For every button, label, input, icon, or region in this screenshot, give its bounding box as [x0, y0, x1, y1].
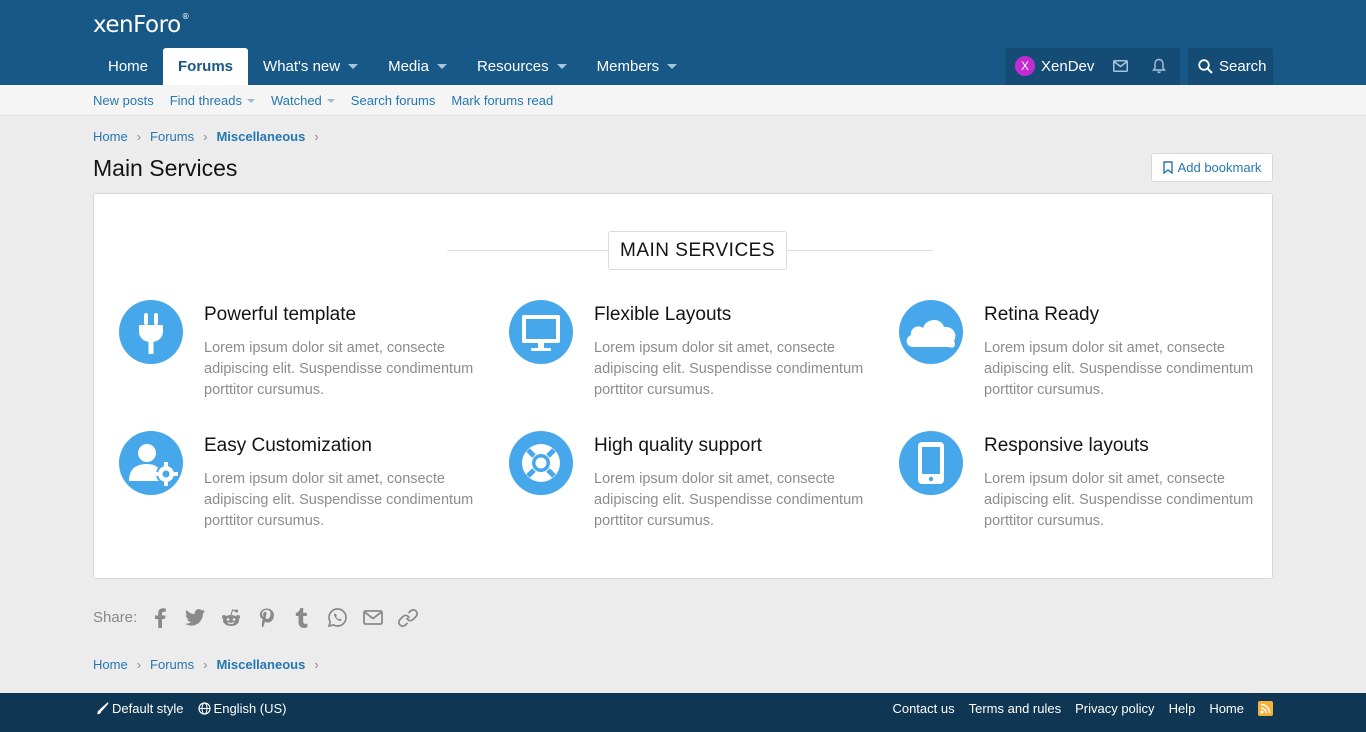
service-item: Responsive layouts Lorem ipsum dolor sit… [899, 431, 1279, 541]
globe-icon [197, 702, 211, 715]
facebook-icon[interactable] [147, 605, 172, 630]
footer-link-privacy[interactable]: Privacy policy [1075, 701, 1154, 716]
footer-link-contact[interactable]: Contact us [892, 701, 954, 716]
reddit-icon[interactable] [218, 605, 243, 630]
brush-icon [97, 702, 109, 715]
chevron-right-icon: › [136, 129, 142, 144]
bell-icon[interactable] [1152, 58, 1166, 77]
style-chooser[interactable]: Default style [96, 701, 184, 716]
breadcrumb-miscellaneous[interactable]: Miscellaneous [216, 657, 305, 672]
search-button[interactable]: Search [1188, 48, 1273, 85]
tumblr-icon[interactable] [289, 605, 314, 630]
language-chooser[interactable]: English (US) [197, 701, 287, 716]
service-text: Lorem ipsum dolor sit amet, consecte adi… [594, 471, 864, 529]
share-label: Share: [93, 609, 138, 626]
subnav-mark-forums-read[interactable]: Mark forums read [451, 93, 553, 108]
subnav-search-forums[interactable]: Search forums [351, 93, 436, 108]
service-title: Powerful template [204, 304, 357, 325]
breadcrumb-forums[interactable]: Forums [150, 657, 194, 672]
chevron-down-icon[interactable] [556, 64, 567, 69]
cloud-icon [899, 300, 963, 364]
footer: Default style English (US) Contact us Te… [0, 693, 1366, 732]
service-title: Retina Ready [984, 304, 1100, 325]
breadcrumb-bottom: Home › Forums › Miscellaneous › [93, 657, 328, 672]
sub-navigation: New posts Find threads Watched Search fo… [0, 85, 1366, 116]
user-gear-icon [119, 431, 183, 495]
username[interactable]: XenDev [1041, 58, 1094, 75]
subnav-find-threads[interactable]: Find threads [170, 93, 255, 108]
search-label: Search [1219, 58, 1267, 75]
service-item: High quality support Lorem ipsum dolor s… [509, 431, 889, 541]
inbox-icon[interactable] [1113, 60, 1128, 75]
mobile-icon [899, 431, 963, 495]
chevron-right-icon: › [203, 129, 208, 144]
service-text: Lorem ipsum dolor sit amet, consecte adi… [594, 340, 864, 398]
service-text: Lorem ipsum dolor sit amet, consecte adi… [204, 471, 474, 529]
chevron-down-icon[interactable] [326, 98, 335, 103]
tab-whats-new[interactable]: What's new [248, 48, 373, 85]
search-icon [1198, 59, 1213, 77]
chevron-right-icon: › [314, 129, 319, 144]
service-text: Lorem ipsum dolor sit amet, consecte adi… [204, 340, 474, 398]
service-text: Lorem ipsum dolor sit amet, consecte adi… [984, 471, 1254, 529]
tab-members[interactable]: Members [582, 48, 693, 85]
footer-link-home[interactable]: Home [1209, 701, 1244, 716]
rss-icon[interactable] [1258, 701, 1273, 716]
avatar[interactable]: X [1015, 56, 1035, 76]
service-title: Flexible Layouts [594, 304, 732, 325]
pinterest-icon[interactable] [254, 605, 279, 630]
service-title: High quality support [594, 435, 762, 456]
user-menu[interactable]: X XenDev [1005, 48, 1180, 85]
email-icon[interactable] [360, 605, 385, 630]
tab-forums[interactable]: Forums [163, 48, 249, 85]
breadcrumb-home[interactable]: Home [93, 129, 128, 144]
chevron-right-icon: › [314, 657, 319, 672]
link-icon[interactable] [396, 605, 421, 630]
footer-link-terms[interactable]: Terms and rules [969, 701, 1061, 716]
service-item: Powerful template Lorem ipsum dolor sit … [119, 300, 499, 410]
monitor-icon [509, 300, 573, 364]
page-title: Main Services [93, 155, 238, 181]
bookmark-icon [1162, 161, 1173, 174]
section-heading: MAIN SERVICES [608, 231, 788, 270]
subnav-new-posts[interactable]: New posts [93, 93, 154, 108]
chevron-right-icon: › [136, 657, 142, 672]
service-item: Easy Customization Lorem ipsum dolor sit… [119, 431, 499, 541]
tab-resources[interactable]: Resources [462, 48, 582, 85]
header: xenForo® Home Forums What's new Media Re… [0, 0, 1366, 85]
breadcrumb-home[interactable]: Home [93, 657, 128, 672]
add-bookmark-button[interactable]: Add bookmark [1151, 153, 1273, 182]
service-item: Retina Ready Lorem ipsum dolor sit amet,… [899, 300, 1279, 410]
plug-icon [119, 300, 183, 364]
service-title: Responsive layouts [984, 435, 1149, 456]
nav-tabs: Home Forums What's new Media Resources M… [93, 48, 692, 85]
service-item: Flexible Layouts Lorem ipsum dolor sit a… [509, 300, 889, 410]
breadcrumb-forums[interactable]: Forums [150, 129, 194, 144]
breadcrumb: Home › Forums › Miscellaneous › [93, 129, 328, 144]
service-text: Lorem ipsum dolor sit amet, consecte adi… [984, 340, 1254, 398]
breadcrumb-miscellaneous[interactable]: Miscellaneous [216, 129, 305, 144]
tab-home[interactable]: Home [93, 48, 163, 85]
chevron-down-icon[interactable] [667, 64, 678, 69]
lifebuoy-icon [509, 431, 573, 495]
tab-media[interactable]: Media [373, 48, 462, 85]
chevron-right-icon: › [203, 657, 208, 672]
chevron-down-icon[interactable] [436, 64, 447, 69]
add-bookmark-label: Add bookmark [1177, 160, 1262, 175]
chevron-down-icon[interactable] [348, 64, 359, 69]
twitter-icon[interactable] [183, 605, 208, 630]
service-title: Easy Customization [204, 435, 372, 456]
subnav-watched[interactable]: Watched [271, 93, 335, 108]
logo[interactable]: xenForo® [93, 12, 190, 38]
whatsapp-icon[interactable] [325, 605, 350, 630]
share-bar: Share: [93, 605, 431, 630]
footer-link-help[interactable]: Help [1169, 701, 1196, 716]
services-card: MAIN SERVICES Powerful template Lorem ip… [93, 193, 1273, 579]
chevron-down-icon[interactable] [246, 98, 255, 103]
